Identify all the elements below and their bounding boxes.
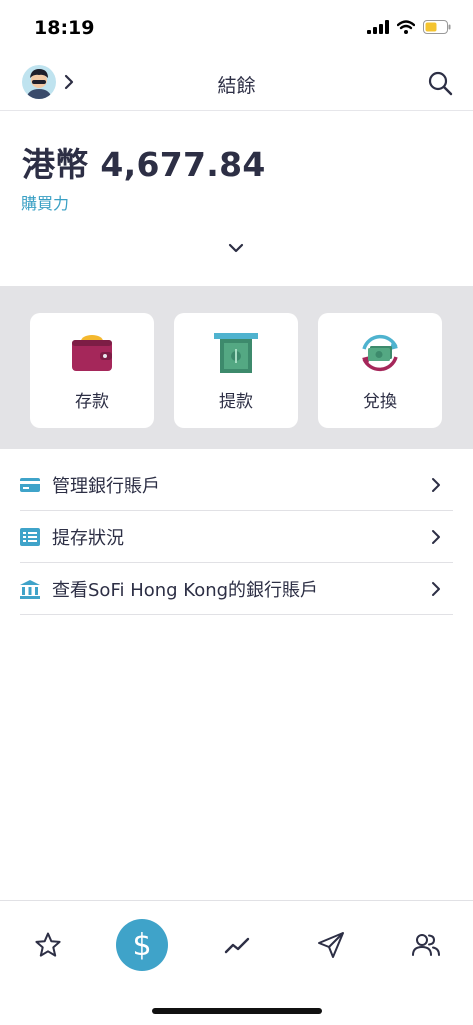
menu-list: 管理銀行賬戶 提存狀況 查看SoFi Hong Kong的銀行賬戶 — [20, 459, 453, 615]
chevron-right-icon — [432, 582, 440, 596]
wifi-icon — [397, 20, 415, 34]
transfer-status-item[interactable]: 提存狀況 — [20, 511, 453, 563]
deposit-button[interactable]: 存款 — [30, 313, 154, 428]
cellular-signal-icon — [367, 20, 389, 34]
balance-amount: 港幣 4,677.84 — [22, 145, 266, 184]
deposit-label: 存款 — [75, 392, 109, 412]
chevron-down-icon[interactable] — [226, 240, 246, 256]
wallet-icon — [72, 335, 112, 371]
page-title: 結餘 — [217, 75, 256, 97]
people-icon — [412, 934, 440, 956]
chevron-right-icon — [432, 478, 440, 492]
bank-icon — [20, 580, 40, 599]
chevron-right-icon — [432, 530, 440, 544]
manage-bank-accounts-item[interactable]: 管理銀行賬戶 — [20, 459, 453, 511]
credit-card-icon — [20, 478, 40, 492]
menu-item-label: 提存狀況 — [52, 528, 124, 549]
battery-icon — [423, 20, 451, 34]
bottom-tab-bar: $ — [0, 900, 473, 1025]
trend-icon — [224, 937, 250, 954]
dollar-icon: $ — [132, 927, 152, 963]
exchange-button[interactable]: 兌換 — [318, 313, 442, 428]
cash-withdraw-icon — [214, 333, 258, 373]
tab-markets[interactable] — [211, 919, 263, 971]
currency-exchange-icon — [362, 334, 398, 372]
withdraw-button[interactable]: 提款 — [174, 313, 298, 428]
status-bar: 18:19 — [0, 0, 473, 56]
tab-community[interactable] — [400, 919, 452, 971]
view-sofi-bank-accounts-item[interactable]: 查看SoFi Hong Kong的銀行賬戶 — [20, 563, 453, 615]
status-time: 18:19 — [34, 17, 95, 39]
search-icon[interactable] — [427, 70, 453, 96]
menu-item-label: 管理銀行賬戶 — [52, 476, 160, 497]
send-icon — [318, 932, 344, 958]
home-indicator — [152, 1008, 322, 1014]
actions-panel: 存款 提款 兌換 — [0, 286, 473, 449]
tab-balance[interactable]: $ — [116, 919, 168, 971]
top-header: 結餘 — [0, 56, 473, 111]
tab-send[interactable] — [305, 919, 357, 971]
star-icon — [35, 932, 61, 957]
tab-favorites[interactable] — [22, 919, 74, 971]
withdraw-label: 提款 — [219, 392, 253, 412]
buying-power-link[interactable]: 購買力 — [21, 190, 69, 214]
menu-item-label: 查看SoFi Hong Kong的銀行賬戶 — [52, 580, 319, 601]
exchange-label: 兌換 — [363, 392, 397, 412]
list-icon — [20, 528, 40, 546]
status-icons — [367, 20, 451, 34]
